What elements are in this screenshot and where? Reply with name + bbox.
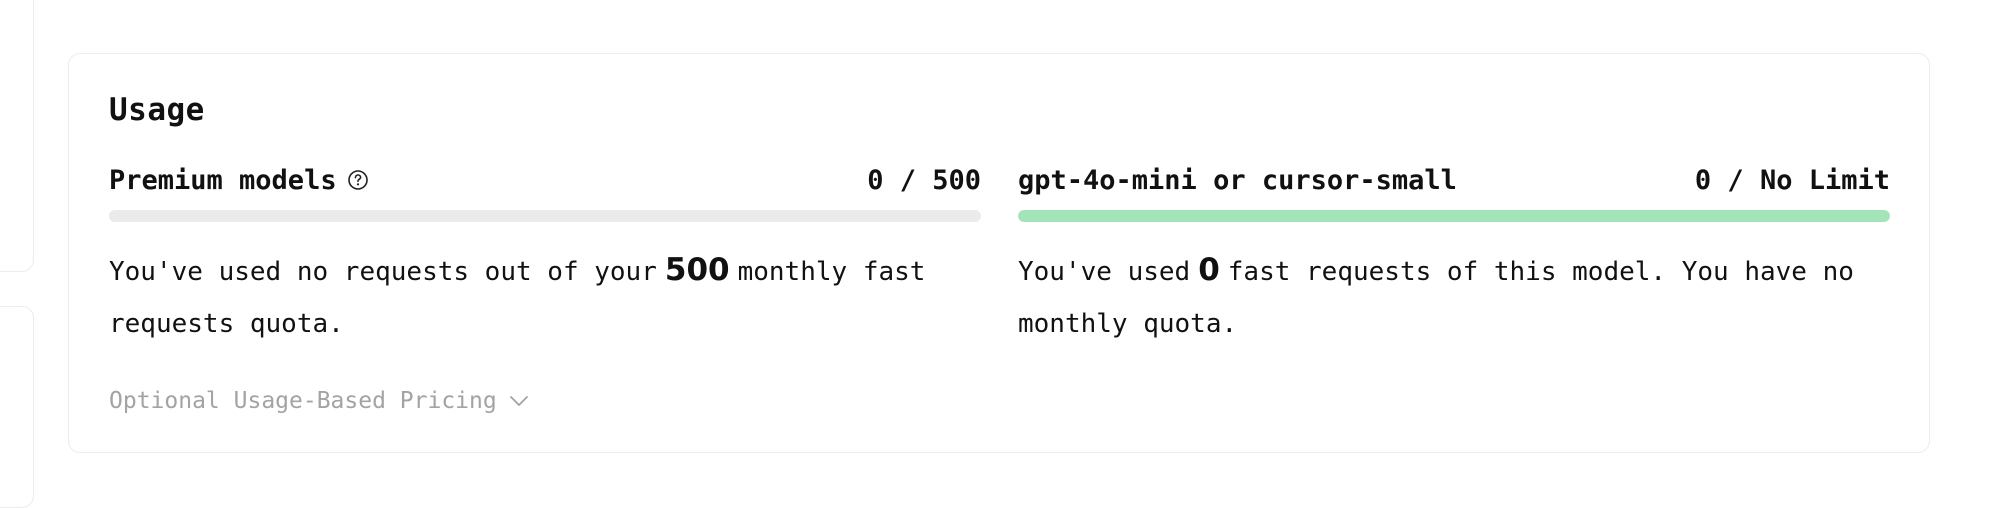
premium-models-header: Premium models 0 / 500	[109, 160, 981, 200]
premium-models-count: 0 / 500	[867, 164, 981, 196]
small-models-progress-bar	[1018, 210, 1890, 222]
premium-models-description: You've used no requests out of your 500 mo…	[109, 244, 981, 350]
side-card-top	[0, 0, 34, 272]
small-models-description: You've used 0 fast requests of this model.…	[1018, 244, 1890, 350]
small-models-header: gpt-4o-mini or cursor-small 0 / No Limit	[1018, 160, 1890, 200]
small-models-progress-fill	[1018, 210, 1890, 222]
small-models-label-group: gpt-4o-mini or cursor-small	[1018, 165, 1457, 196]
premium-models-progress-bar	[109, 210, 981, 222]
small-models-count: 0 / No Limit	[1694, 164, 1890, 196]
premium-desc-before: You've used no requests out of your	[109, 257, 657, 287]
small-models-section: gpt-4o-mini or cursor-small 0 / No Limit…	[1018, 160, 1890, 350]
premium-desc-number: 500	[664, 252, 730, 288]
side-card-bottom	[0, 306, 34, 508]
help-circle-icon[interactable]	[347, 169, 369, 191]
optional-usage-pricing-toggle[interactable]: Optional Usage-Based Pricing	[109, 388, 529, 414]
optional-usage-pricing-label: Optional Usage-Based Pricing	[109, 388, 497, 414]
chevron-down-icon	[509, 395, 529, 407]
small-desc-number: 0	[1198, 252, 1220, 288]
small-models-label: gpt-4o-mini or cursor-small	[1018, 164, 1457, 196]
usage-card: Usage Premium models 0 / 500 You've used…	[68, 53, 1930, 453]
premium-models-label-group: Premium models	[109, 165, 369, 196]
premium-models-section: Premium models 0 / 500 You've used no re…	[109, 160, 981, 350]
usage-title: Usage	[109, 92, 205, 128]
small-desc-before: You've used	[1018, 257, 1191, 287]
premium-models-label: Premium models	[109, 164, 337, 196]
